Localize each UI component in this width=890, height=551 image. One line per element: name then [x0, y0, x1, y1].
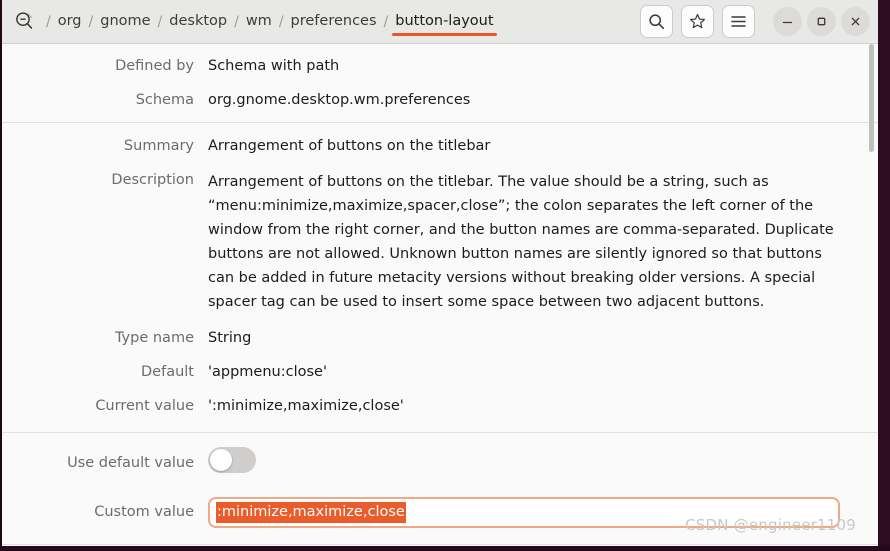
breadcrumb-item-wm[interactable]: wm [245, 0, 273, 43]
type-name-value: String [208, 330, 252, 346]
breadcrumb-separator: / [88, 13, 94, 30]
default-label: Default [141, 364, 194, 380]
breadcrumb-item-button-layout[interactable]: button-layout [392, 0, 497, 43]
use-default-control [208, 447, 854, 479]
vertical-scrollbar[interactable] [869, 44, 876, 546]
description-label: Description [111, 172, 194, 188]
breadcrumb-item-gnome[interactable]: gnome [99, 0, 151, 43]
minimize-icon [781, 15, 794, 28]
minimize-button[interactable] [773, 7, 802, 36]
default-value: 'appmenu:close' [208, 364, 327, 380]
row-summary: Summary Arrangement of buttons on the ti… [2, 136, 878, 156]
menu-button[interactable] [722, 5, 755, 38]
defined-by-label: Defined by [115, 58, 194, 74]
key-detail-panel: Defined by Schema with path Schema org.g… [2, 44, 878, 546]
row-default: Default 'appmenu:close' [2, 362, 878, 382]
row-use-default-value: Use default value [2, 447, 878, 479]
row-schema: Schema org.gnome.desktop.wm.preferences [2, 90, 878, 110]
window-controls [773, 7, 870, 36]
headerbar-left: / org / gnome / desktop / wm / preferenc… [12, 0, 640, 43]
breadcrumb-item-desktop[interactable]: desktop [168, 0, 228, 43]
watermark: CSDN @engineer1109 [685, 516, 856, 534]
hamburger-menu-icon [730, 14, 747, 29]
toggle-knob [210, 449, 232, 471]
close-icon [849, 15, 862, 28]
breadcrumb-item-preferences[interactable]: preferences [290, 0, 378, 43]
row-current-value: Current value ':minimize,maximize,close' [2, 396, 878, 416]
custom-value-label: Custom value [94, 504, 194, 520]
desktop-edge-right [876, 0, 890, 551]
headerbar-right [640, 5, 874, 38]
dconf-editor-window: / org / gnome / desktop / wm / preferenc… [2, 0, 878, 546]
custom-value-text: :minimize,maximize,close [216, 502, 406, 523]
current-value-value: ':minimize,maximize,close' [208, 398, 404, 414]
breadcrumb-separator: / [157, 13, 163, 30]
headerbar: / org / gnome / desktop / wm / preferenc… [2, 0, 878, 44]
use-default-toggle[interactable] [208, 447, 256, 473]
search-button[interactable] [640, 5, 673, 38]
bookmark-button[interactable] [681, 5, 714, 38]
defined-by-value: Schema with path [208, 58, 340, 74]
star-icon [689, 13, 706, 30]
breadcrumb-item-org[interactable]: org [57, 0, 83, 43]
breadcrumb-separator: / [46, 13, 51, 30]
description-value: Arrangement of buttons on the titlebar. … [208, 174, 834, 310]
close-button[interactable] [841, 7, 870, 36]
row-description: Description Arrangement of buttons on th… [2, 170, 878, 314]
schema-label: Schema [135, 92, 194, 108]
search-icon [648, 13, 665, 30]
row-defined-by: Defined by Schema with path [2, 56, 878, 76]
maximize-button[interactable] [807, 7, 836, 36]
use-default-label: Use default value [67, 455, 194, 471]
type-name-label: Type name [114, 330, 194, 346]
breadcrumb-separator: / [278, 13, 284, 30]
dconf-editor-icon [12, 10, 36, 34]
row-type-name: Type name String [2, 328, 878, 348]
maximize-icon [815, 15, 828, 28]
footer-spacer [2, 545, 878, 546]
schema-value: org.gnome.desktop.wm.preferences [208, 92, 471, 108]
breadcrumb-separator: / [234, 13, 239, 30]
scrollbar-thumb[interactable] [869, 44, 874, 152]
section-description: Summary Arrangement of buttons on the ti… [2, 123, 878, 432]
section-source: Defined by Schema with path Schema org.g… [2, 44, 878, 122]
breadcrumb: / org / gnome / desktop / wm / preferenc… [40, 0, 497, 43]
current-value-label: Current value [95, 398, 194, 414]
desktop-background: / org / gnome / desktop / wm / preferenc… [0, 0, 890, 551]
summary-label: Summary [123, 138, 194, 154]
summary-value: Arrangement of buttons on the titlebar [208, 138, 491, 154]
breadcrumb-separator: / [383, 13, 389, 30]
